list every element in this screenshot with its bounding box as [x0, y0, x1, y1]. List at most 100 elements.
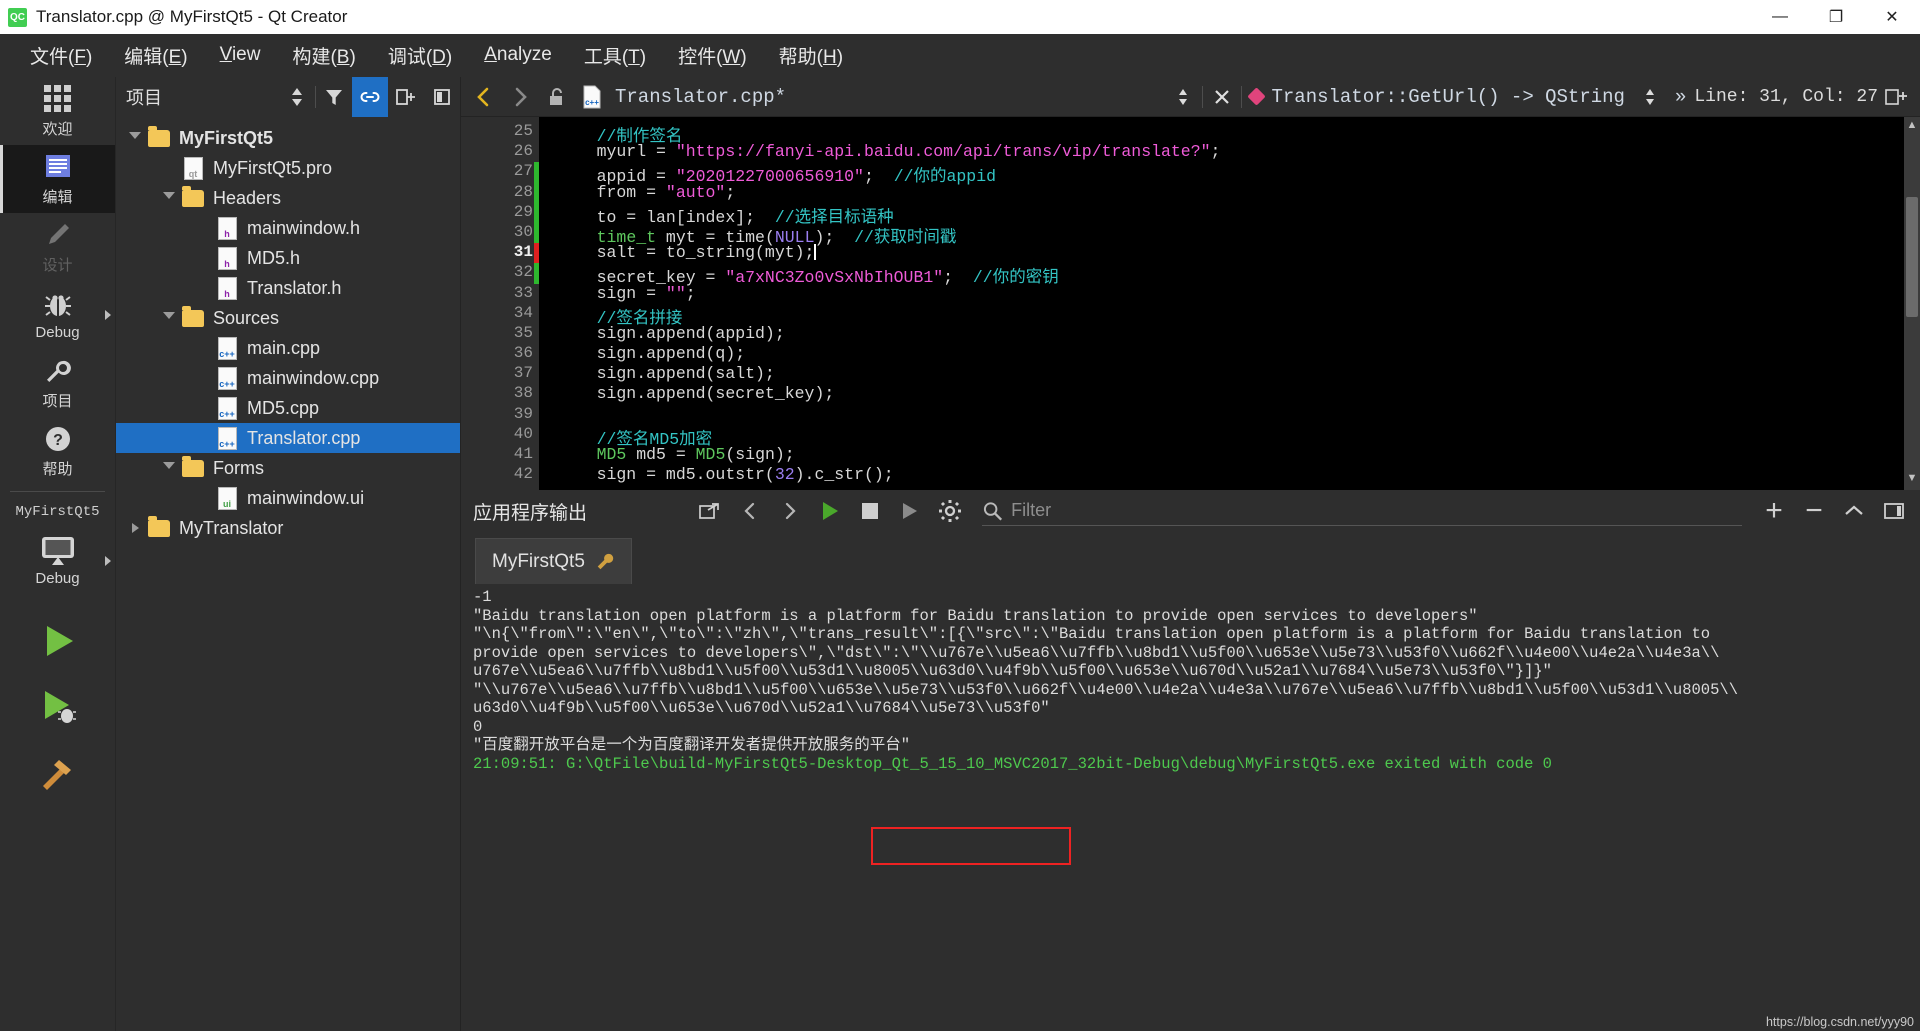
build-button[interactable] — [35, 750, 81, 796]
tree-item-translator-h[interactable]: h Translator.h — [116, 273, 460, 303]
tree-item-sources[interactable]: Sources — [116, 303, 460, 333]
tree-item-md5-h[interactable]: h MD5.h — [116, 243, 460, 273]
forward-arrow-icon[interactable] — [503, 80, 537, 114]
toolbar-overflow[interactable]: » — [1669, 86, 1692, 108]
tree-item-mainwindow-h[interactable]: h mainwindow.h — [116, 213, 460, 243]
tree-item-md5-cpp[interactable]: c++ MD5.cpp — [116, 393, 460, 423]
tree-expand-toggle[interactable] — [158, 462, 180, 474]
line-number: 36 — [513, 344, 533, 363]
line-col-indicator[interactable]: Line: 31, Col: 27 — [1694, 87, 1878, 107]
tree-item-mytranslator[interactable]: MyTranslator — [116, 513, 460, 543]
menu-item-7[interactable]: 控件(W) — [662, 40, 763, 71]
mode-debug-expand-arrow[interactable] — [105, 310, 111, 320]
project-panel-title: 项目 — [126, 88, 162, 108]
tree-item-mainwindow-cpp[interactable]: c++ mainwindow.cpp — [116, 363, 460, 393]
header-file-icon: h — [214, 276, 240, 300]
minus-icon[interactable]: − — [1796, 494, 1832, 528]
output-line: "Baidu translation open platform is a pl… — [473, 606, 1478, 625]
settings-gear-icon[interactable] — [932, 494, 968, 528]
code-token: ; — [1210, 142, 1221, 162]
close-document-icon[interactable] — [1205, 80, 1239, 114]
prev-item-icon[interactable] — [732, 494, 768, 528]
back-arrow-icon[interactable] — [467, 80, 501, 114]
updown-selector-icon[interactable] — [1166, 80, 1200, 114]
mode-debug[interactable]: Debug — [0, 281, 115, 349]
open-in-editor-icon[interactable] — [692, 494, 728, 528]
mode-help[interactable]: ? 帮助 — [0, 417, 115, 485]
detach-panel-icon[interactable] — [1876, 494, 1912, 528]
tree-expand-toggle[interactable] — [158, 192, 180, 204]
filter-icon[interactable] — [316, 77, 352, 117]
mode-projects[interactable]: 项目 — [0, 349, 115, 417]
maximize-button[interactable]: ❐ — [1808, 0, 1864, 34]
tree-expand-toggle[interactable] — [124, 523, 146, 533]
menu-mnemonic: W — [722, 46, 741, 68]
menu-item-4[interactable]: 调试(D) — [372, 40, 468, 71]
menu-item-3[interactable]: 构建(B) — [276, 40, 371, 71]
editor-vertical-scrollbar[interactable]: ▲ ▼ — [1904, 117, 1920, 490]
symbol-chevron-icon[interactable] — [1633, 80, 1667, 114]
tree-expand-toggle[interactable] — [158, 312, 180, 324]
tree-item-myfirstqt5-pro[interactable]: qt MyFirstQt5.pro — [116, 153, 460, 183]
tree-item-mainwindow-ui[interactable]: ui mainwindow.ui — [116, 483, 460, 513]
menu-item-5[interactable]: Analyze — [468, 42, 568, 68]
close-button[interactable]: ✕ — [1864, 0, 1920, 34]
scroll-down-arrow[interactable]: ▼ — [1904, 472, 1920, 488]
output-filter-box[interactable] — [982, 496, 1742, 526]
line-number: 38 — [513, 384, 533, 403]
code-token: 32 — [774, 465, 795, 485]
plus-icon[interactable]: + — [1756, 494, 1792, 528]
output-filter-input[interactable] — [1011, 500, 1742, 521]
menu-item-2[interactable]: View — [204, 42, 277, 68]
attach-debugger-icon[interactable] — [892, 494, 928, 528]
scroll-up-arrow[interactable]: ▲ — [1904, 119, 1920, 135]
split-add-icon[interactable] — [388, 77, 424, 117]
stop-icon[interactable] — [852, 494, 888, 528]
output-text-area[interactable]: -1 "Baidu translation open platform is a … — [461, 584, 1920, 1031]
code-line: sign.append(q); — [557, 344, 1920, 364]
tree-expand-toggle[interactable] — [124, 132, 146, 144]
tree-item-myfirstqt5[interactable]: MyFirstQt5 — [116, 123, 460, 153]
kit-selector[interactable]: Debug — [0, 522, 115, 600]
run-icon[interactable] — [812, 494, 848, 528]
chevron-down-icon — [129, 132, 141, 144]
tree-item-headers[interactable]: Headers — [116, 183, 460, 213]
split-editor-icon[interactable] — [1880, 80, 1914, 114]
menu-item-6[interactable]: 工具(T) — [568, 40, 662, 71]
code-line: sign.append(secret_key); — [557, 384, 1920, 404]
run-button[interactable] — [35, 618, 81, 664]
menu-item-1[interactable]: 编辑(E) — [108, 40, 203, 71]
window-titlebar: QC Translator.cpp @ MyFirstQt5 - Qt Crea… — [0, 0, 1920, 34]
next-item-icon[interactable] — [772, 494, 808, 528]
debug-button[interactable] — [35, 684, 81, 730]
code-line: to = lan[index]; //选择目标语种 — [557, 203, 1920, 227]
symbol-selector[interactable]: Translator::GetUrl() -> QString — [1244, 86, 1630, 108]
minimize-button[interactable]: — — [1752, 0, 1808, 34]
code-line: MD5 md5 = MD5(sign); — [557, 445, 1920, 465]
close-panel-icon[interactable] — [424, 77, 460, 117]
mode-welcome[interactable]: 欢迎 — [0, 77, 115, 145]
chevron-up-icon[interactable] — [1836, 494, 1872, 528]
menubar: 文件(F) 编辑(E) View 构建(B) 调试(D) Analyze 工具(T) 控件(W… — [0, 34, 1920, 77]
code-content[interactable]: //制作签名 myurl = "https://fanyi-api.baidu.… — [539, 117, 1920, 490]
mode-edit[interactable]: 编辑 — [0, 145, 115, 213]
code-editor[interactable]: 25 26 27 28 29 30 31 32 33 34 35 36 37 38 39 40 41 42 //制… — [461, 117, 1920, 490]
output-line: 0 — [473, 717, 483, 736]
sort-updown-icon[interactable] — [279, 77, 315, 117]
unlocked-icon[interactable] — [539, 80, 573, 114]
change-marker — [534, 222, 539, 244]
change-marker — [534, 182, 539, 203]
menu-item-0[interactable]: 文件(F) — [14, 40, 108, 71]
output-tab-myfirstqt5[interactable]: MyFirstQt5 — [475, 538, 632, 584]
link-icon[interactable] — [352, 77, 388, 117]
mode-design[interactable]: 设计 — [0, 213, 115, 281]
menu-item-8[interactable]: 帮助(H) — [763, 40, 859, 71]
scrollbar-thumb[interactable] — [1906, 197, 1918, 317]
tree-item-main-cpp[interactable]: c++ main.cpp — [116, 333, 460, 363]
tree-item-label: MyFirstQt5 — [179, 127, 274, 148]
kit-expand-arrow[interactable] — [105, 556, 111, 566]
tree-item-translator-cpp[interactable]: c++ Translator.cpp — [116, 423, 460, 453]
tree-item-forms[interactable]: Forms — [116, 453, 460, 483]
editor-filename[interactable]: Translator.cpp* — [615, 86, 786, 108]
output-tab-label: MyFirstQt5 — [492, 550, 585, 572]
